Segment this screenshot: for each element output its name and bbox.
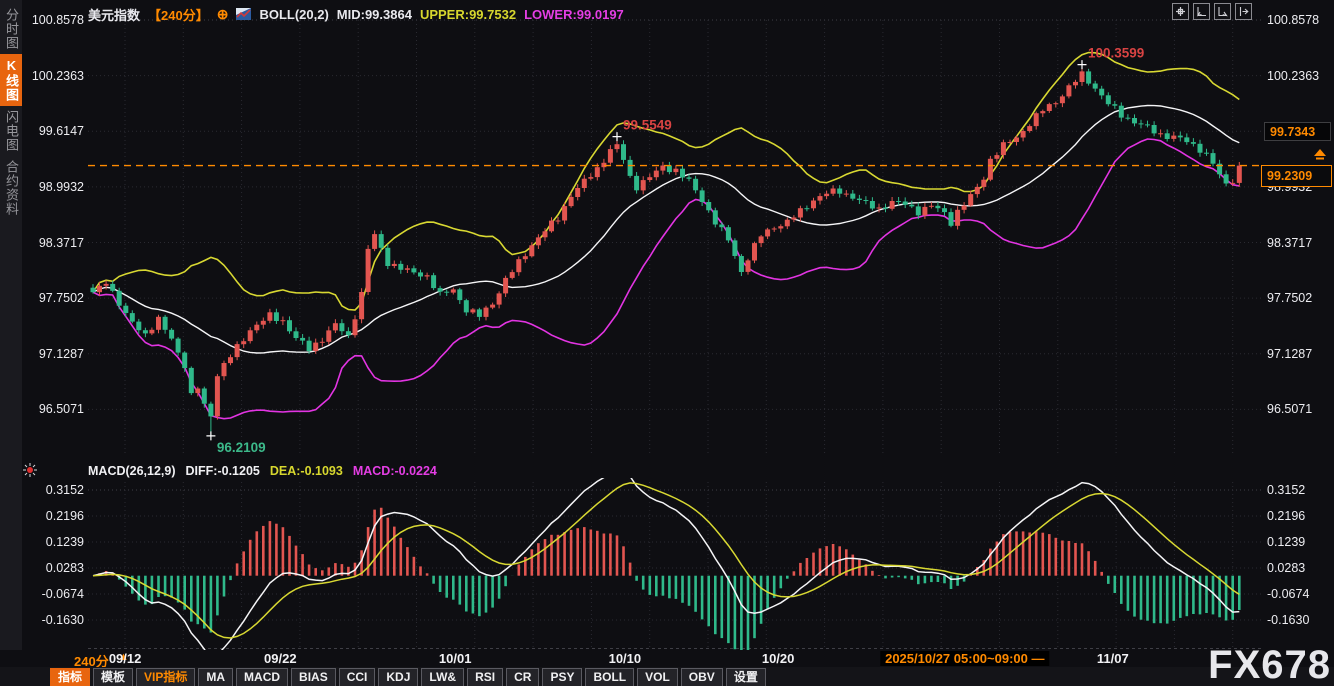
bottom-toolbar-button-10[interactable]: CR <box>506 668 539 686</box>
symbol-name: 美元指数 <box>88 5 140 24</box>
left-axis-label: 99.6147 <box>24 124 84 138</box>
left-axis-label: 97.7502 <box>24 291 84 305</box>
right-axis-label: -0.1630 <box>1267 613 1331 627</box>
bottom-toolbar-button-13[interactable]: VOL <box>637 668 678 686</box>
bottom-toolbar-button-6[interactable]: CCI <box>339 668 376 686</box>
left-axis-label: 0.3152 <box>24 483 84 497</box>
pan-tool-icon[interactable] <box>1172 3 1189 20</box>
left-axis-label: 100.2363 <box>24 69 84 83</box>
svg-text:100.3599: 100.3599 <box>1088 46 1144 61</box>
crosshair-date-tooltip: 2025/10/27 05:00~09:00 — <box>880 651 1049 666</box>
date-tick-label: 10/10 <box>609 651 642 666</box>
macd-diff-value: DIFF:-0.1205 <box>186 464 260 478</box>
sidebar-item-2[interactable]: 闪电图 <box>0 106 22 156</box>
right-axis-label: 98.3717 <box>1267 236 1331 250</box>
macd-pane-indicator-icon[interactable] <box>22 462 38 478</box>
left-axis-label: 0.0283 <box>24 561 84 575</box>
zoom-x-axis-icon[interactable] <box>1193 3 1210 20</box>
bottom-toolbar-button-0[interactable]: 指标 <box>50 668 90 686</box>
sidebar-item-0[interactable]: 分时图 <box>0 4 22 54</box>
chart-window-controls <box>1172 3 1252 20</box>
left-axis-label: 0.2196 <box>24 509 84 523</box>
right-axis-label: 0.0283 <box>1267 561 1331 575</box>
right-axis-label: 97.7502 <box>1267 291 1331 305</box>
date-tick-label: 09/22 <box>264 651 297 666</box>
kline-chart-app: 99.5549 100.3599 96.2109 分时图K线图闪电图合约资料 美元指… <box>0 0 1334 686</box>
date-tick-label: 10/01 <box>439 651 472 666</box>
date-tick-label: 11/07 <box>1097 651 1129 666</box>
sidebar-item-3[interactable]: 合约资料 <box>0 156 22 220</box>
bottom-toolbar-button-7[interactable]: KDJ <box>378 668 418 686</box>
bottom-toolbar: 指标模板VIP指标MAMACDBIASCCIKDJLW&RSICRPSYBOLL… <box>50 668 766 686</box>
bottom-toolbar-button-8[interactable]: LW& <box>421 668 464 686</box>
right-axis-label: 0.3152 <box>1267 483 1331 497</box>
date-tick-label: 09/12 <box>109 651 142 666</box>
right-axis-label: 97.1287 <box>1267 347 1331 361</box>
left-axis-label: -0.0674 <box>24 587 84 601</box>
shift-right-icon[interactable] <box>1235 3 1252 20</box>
left-axis-label: 98.3717 <box>24 236 84 250</box>
left-axis-label: 96.5071 <box>24 402 84 416</box>
left-axis-label: 97.1287 <box>24 347 84 361</box>
date-axis-row: 240分 ▲ 09/1209/2210/0110/1010/202025/10/… <box>0 650 1334 668</box>
mini-line-chart-icon[interactable] <box>236 8 251 20</box>
circle-plus-icon[interactable]: ⊕ <box>217 6 229 23</box>
chart-canvas[interactable]: 99.5549 100.3599 96.2109 <box>0 0 1334 686</box>
left-axis-label: 100.8578 <box>24 13 84 27</box>
svg-text:96.2109: 96.2109 <box>217 440 266 455</box>
sidebar-item-1[interactable]: K线图 <box>0 54 22 106</box>
bottom-toolbar-button-15[interactable]: 设置 <box>726 668 766 686</box>
right-axis-label: 0.2196 <box>1267 509 1331 523</box>
left-axis-label: 0.1239 <box>24 535 84 549</box>
bottom-toolbar-button-9[interactable]: RSI <box>467 668 503 686</box>
bottom-toolbar-button-4[interactable]: MACD <box>236 668 288 686</box>
boll-params-label: BOLL(20,2) <box>259 7 328 22</box>
upper-band-price-tag: 99.7343 <box>1264 122 1331 141</box>
chart-info-bar: 美元指数 【240分】 ⊕ BOLL(20,2) MID:99.3864 UPP… <box>88 5 624 23</box>
date-tick-label: 10/20 <box>762 651 795 666</box>
zoom-y-axis-icon[interactable] <box>1214 3 1231 20</box>
bottom-toolbar-button-12[interactable]: BOLL <box>585 668 634 686</box>
right-axis-label: 100.2363 <box>1267 69 1331 83</box>
bottom-toolbar-button-3[interactable]: MA <box>198 668 233 686</box>
bottom-toolbar-button-2[interactable]: VIP指标 <box>136 668 195 686</box>
left-sidebar: 分时图K线图闪电图合约资料 <box>0 0 22 650</box>
fx678-watermark: FX678 <box>1208 644 1331 686</box>
bottom-toolbar-button-1[interactable]: 模板 <box>93 668 133 686</box>
right-axis-label: 0.1239 <box>1267 535 1331 549</box>
bottom-toolbar-button-14[interactable]: OBV <box>681 668 723 686</box>
macd-dea-value: DEA:-0.1093 <box>270 464 343 478</box>
boll-lower-value: LOWER:99.0197 <box>524 7 624 22</box>
last-price-tag: 99.2309 <box>1261 165 1332 187</box>
bottom-toolbar-button-11[interactable]: PSY <box>542 668 582 686</box>
macd-info-bar: MACD(26,12,9) DIFF:-0.1205 DEA:-0.1093 M… <box>88 464 437 478</box>
left-axis-label: -0.1630 <box>24 613 84 627</box>
left-axis-label: 98.9932 <box>24 180 84 194</box>
boll-upper-value: UPPER:99.7532 <box>420 7 516 22</box>
macd-macd-value: MACD:-0.0224 <box>353 464 437 478</box>
right-axis-label: 96.5071 <box>1267 402 1331 416</box>
macd-params-label: MACD(26,12,9) <box>88 464 176 478</box>
period-badge[interactable]: 【240分】 <box>148 5 209 24</box>
right-axis-label: 100.8578 <box>1267 13 1331 27</box>
svg-text:99.5549: 99.5549 <box>623 118 672 133</box>
bottom-toolbar-button-5[interactable]: BIAS <box>291 668 336 686</box>
boll-mid-value: MID:99.3864 <box>337 7 412 22</box>
right-axis-label: -0.0674 <box>1267 587 1331 601</box>
